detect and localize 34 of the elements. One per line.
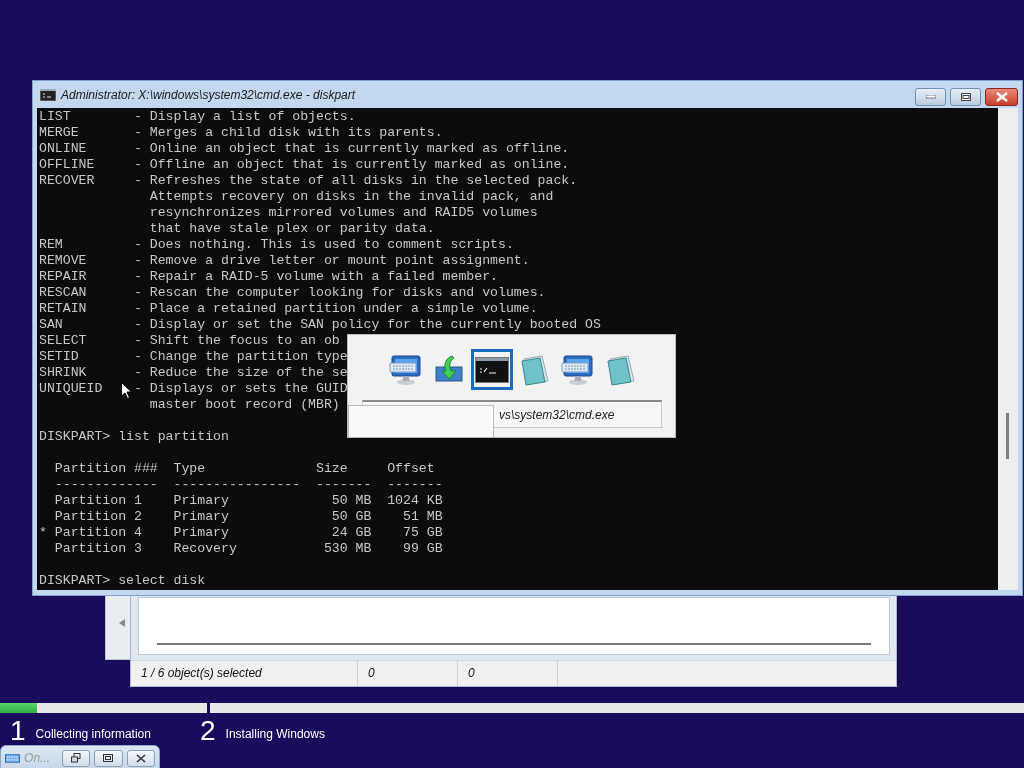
maximize-icon <box>103 754 114 762</box>
computer-icon <box>561 352 595 387</box>
console-icon <box>475 356 509 383</box>
scrollbar[interactable] <box>157 642 871 645</box>
mouse-cursor-icon <box>121 382 132 399</box>
window-title: On... <box>24 751 52 765</box>
window-thumbnail[interactable] <box>471 349 513 390</box>
notepad-icon <box>604 352 638 387</box>
close-icon <box>135 753 146 763</box>
step-number: 1 <box>10 716 26 746</box>
restore-button[interactable] <box>61 749 91 767</box>
minimize-icon <box>925 95 936 99</box>
close-icon <box>995 92 1008 102</box>
scroll-left-icon[interactable] <box>119 619 125 627</box>
window-title: Administrator: X:\windows\system32\cmd.exe - diskpart <box>61 87 356 102</box>
close-button[interactable] <box>126 749 155 767</box>
status-text: 0 <box>458 660 558 686</box>
maximize-button[interactable] <box>94 749 123 767</box>
step-number: 2 <box>200 716 216 746</box>
notepad-icon <box>518 352 552 387</box>
keyboard-icon <box>5 753 21 763</box>
console-icon <box>40 88 56 101</box>
status-text: 0 <box>358 660 458 686</box>
scroll-thumb[interactable] <box>1006 413 1009 459</box>
computer-icon <box>389 352 423 387</box>
close-button[interactable] <box>985 88 1018 106</box>
window-path: vs\system32\cmd.exe <box>499 407 615 422</box>
step-label: Collecting information <box>35 727 151 741</box>
status-text: 1 / 6 object(s) selected <box>131 660 358 686</box>
restore-icon <box>71 753 82 763</box>
scrollbar[interactable] <box>998 108 1018 590</box>
step-label: Installing Windows <box>225 727 325 741</box>
maximize-icon <box>960 93 971 101</box>
maximize-button[interactable] <box>950 88 981 106</box>
